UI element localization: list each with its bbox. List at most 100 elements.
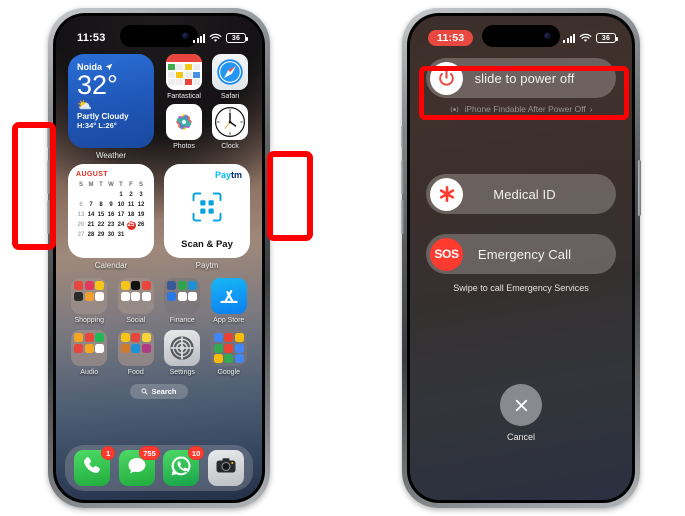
widget-row-top: Noida 32° ⛅ Partly Cloudy H:34° L:26° We… [68,54,250,160]
weather-temperature: 32° [77,70,118,100]
folder-mini-icon [95,302,104,311]
app-cell-social[interactable]: Social [115,278,158,324]
calendar-day [136,231,146,240]
emergency-call-label: Emergency Call [477,246,572,262]
medical-id-slider[interactable]: Medical ID [426,174,616,214]
calendar-weekday: F [129,182,133,188]
volume-down-button[interactable] [401,200,404,234]
app-label: Social [126,317,146,324]
weather-widget[interactable]: Noida 32° ⛅ Partly Cloudy H:34° L:26° [68,54,154,148]
weather-condition: Partly Cloudy [77,112,129,122]
app-photos[interactable]: Photos [166,104,202,150]
sos-icon[interactable]: SOS [430,237,463,271]
calendar-day [86,191,96,200]
folder-mini-icon [95,343,105,353]
folder-mini-icon [142,302,151,311]
folder-icon [164,278,201,314]
calendar-weekday: M [88,182,94,188]
paytm-widget-label: Paytm [195,261,219,270]
calendar-day: 14 [87,212,95,218]
search-pill[interactable]: Search [130,384,188,399]
wifi-icon [579,33,592,42]
folder-mini-icon [234,354,244,363]
calendar-day [76,191,86,200]
calendar-day: 27 [77,232,85,238]
app-safari[interactable]: Safari [212,54,248,100]
folder-mini-icon [131,281,141,290]
folder-mini-icon [178,302,187,311]
folder-icon [117,330,154,366]
volume-buttons-highlight [12,122,56,250]
folder-mini-icon [213,354,223,363]
calendar-day: 3 [139,192,143,198]
folder-mini-icon [95,281,105,290]
paytm-logo: Paytm [215,170,242,180]
folder-mini-icon [85,354,94,363]
app-label: App Store [213,317,245,324]
medical-id-label: Medical ID [493,186,556,202]
folder-mini-icon [131,354,140,363]
app-cell-shopping[interactable]: Shopping [68,278,111,324]
silent-switch[interactable] [401,126,404,148]
clock-face-icon [212,104,248,140]
safari-compass-icon [212,54,248,90]
calendar-widget[interactable]: AUGUST S M T W T F S 1 2 3 6 7 8 9 10 11 12 13 14 15 16 17 18 1… [68,164,154,258]
paytm-brand-part2: tm [231,170,242,180]
folder-mini-icon [120,343,130,353]
medical-asterisk-icon[interactable] [430,177,463,211]
calendar-day: 2 [129,192,133,198]
app-cell-finance[interactable]: Finance [161,278,204,324]
calendar-weekday: S [138,182,143,188]
app-cell-google[interactable]: Google [208,330,251,376]
calendar-day: 28 [87,232,95,238]
battery-level: 36 [601,34,611,42]
folder-icon [210,330,247,366]
settings-gear-icon [170,336,194,360]
folder-mini-icon [142,354,151,363]
calendar-day: 19 [137,212,145,218]
folder-mini-icon [213,333,223,342]
calendar-day: 1 [119,192,123,198]
folder-mini-icon [74,354,83,363]
calendar-day: 22 [97,222,105,228]
app-cell-food[interactable]: Food [115,330,158,376]
app-fantastical[interactable]: Fantastical [166,54,202,100]
volume-up-button[interactable] [401,160,404,194]
folder-mini-icon [120,291,130,301]
folder-mini-icon [131,302,140,311]
app-cell-settings[interactable]: Settings [161,330,204,376]
folder-mini-icon [95,333,105,342]
folder-mini-icon [188,281,198,290]
app-cell-audio[interactable]: Audio [68,330,111,376]
folder-mini-icon [74,333,84,342]
folder-mini-icon [141,291,151,301]
folder-mini-icon [131,333,141,342]
emergency-call-slider[interactable]: SOS Emergency Call [426,234,616,274]
signal-bars-icon [563,33,575,43]
side-power-button[interactable] [638,160,641,216]
status-indicators: 36 [563,33,618,43]
app-label: Audio [80,369,99,376]
calendar-day: 8 [99,202,103,208]
folder-mini-icon [188,291,198,301]
calendar-weekday: T [99,182,103,188]
weather-widget-label: Weather [95,151,127,160]
folder-mini-icon [234,343,244,353]
status-bar: 11:53 36 [56,16,262,50]
folder-mini-icon [95,291,105,301]
app-cell-app-store[interactable]: App Store [208,278,251,324]
app-label: Photos [173,143,195,150]
photos-pinwheel-icon [166,104,202,140]
calendar-day [106,191,116,200]
calendar-day [126,231,136,240]
paytm-widget[interactable]: Paytm Scan & Pay [164,164,250,258]
calendar-day: 11 [127,202,135,208]
paytm-brand-part1: Pay [214,170,231,180]
calendar-day [96,191,106,200]
calendar-day: 21 [87,222,95,228]
app-grid: Shopping Social Finance App Store Audio Food S… [68,278,250,376]
calendar-day: 17 [117,212,125,218]
app-clock[interactable]: Clock [212,104,248,150]
phone-bezel: 11:53 36 [53,13,265,503]
folder-mini-icon [74,281,84,290]
